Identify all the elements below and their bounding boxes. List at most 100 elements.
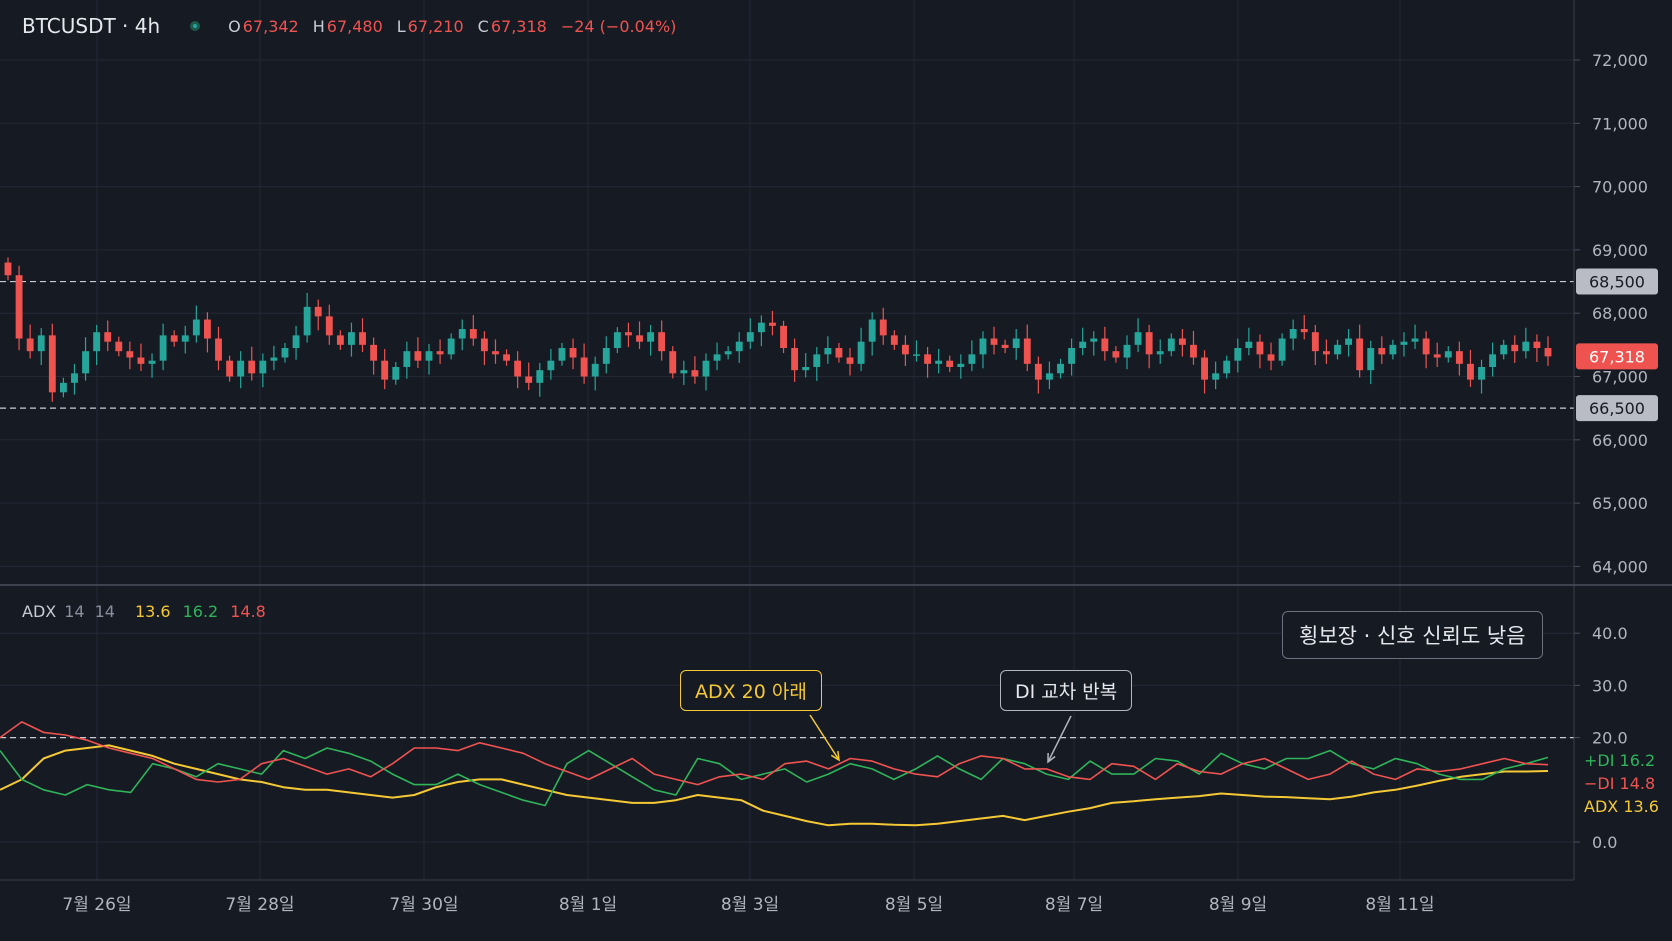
candlestick: [1467, 349, 1474, 387]
price-legend: BTCUSDT · 4h O 67,342 H 67,480 L 67,210 …: [22, 14, 690, 38]
candle-body: [990, 338, 998, 345]
close-key: C: [477, 16, 489, 36]
candlesticks: [4, 257, 1552, 402]
candlestick: [536, 362, 544, 397]
candlestick: [1500, 339, 1508, 360]
candle-body: [868, 319, 876, 342]
candlestick: [1345, 329, 1353, 357]
candlestick: [1190, 330, 1197, 365]
candlestick: [292, 325, 300, 360]
grid-lines: [0, 0, 1574, 880]
candle-body: [503, 354, 510, 361]
candlestick: [514, 351, 522, 389]
arrow-shaft: [1047, 715, 1072, 763]
candle-body: [1311, 332, 1319, 352]
candlestick: [1090, 331, 1098, 356]
support-price-badge[interactable]: 66,500: [1576, 395, 1658, 422]
candle-body: [1478, 367, 1485, 380]
candlestick: [1134, 318, 1142, 353]
candle-body: [458, 329, 466, 339]
candlestick: [746, 318, 754, 349]
candle-body: [192, 319, 200, 336]
candle-body: [281, 348, 289, 358]
candlestick: [702, 353, 710, 391]
candlestick: [1245, 327, 1253, 356]
candle-body: [1444, 351, 1452, 358]
candle-body: [913, 354, 920, 356]
candlestick: [1522, 327, 1530, 359]
candle-body: [879, 319, 887, 336]
candlestick: [868, 312, 876, 356]
candle-body: [780, 325, 787, 349]
last-price-badge[interactable]: 67,318: [1576, 343, 1658, 370]
candlestick: [93, 324, 101, 366]
candle-body: [769, 322, 776, 326]
candle-body: [835, 348, 843, 358]
time-tick-label: 8월 1일: [559, 895, 617, 915]
candle-body: [1057, 363, 1064, 374]
candlestick: [1256, 334, 1264, 369]
candle-body: [1345, 338, 1353, 345]
candlestick: [547, 348, 555, 380]
chart-canvas[interactable]: 7월 26일 7월 28일 7월 30일 8월 1일 8월 3일 8월 5일 8월 7일 8월…: [0, 0, 1672, 941]
symbol-title[interactable]: BTCUSDT · 4h: [22, 14, 160, 38]
time-tick-label: 8월 3일: [721, 895, 779, 915]
candlestick: [237, 351, 245, 389]
candle-body: [1034, 363, 1042, 380]
candlestick: [591, 356, 599, 391]
indicator-param-2: 14: [94, 602, 115, 621]
candlestick: [624, 322, 632, 348]
candle-body: [170, 335, 178, 342]
candlestick: [824, 336, 832, 364]
candle-body: [26, 338, 34, 352]
candlestick: [1156, 339, 1164, 364]
candlestick: [979, 331, 987, 369]
candle-body: [392, 367, 400, 380]
resistance-price-badge[interactable]: 68,500: [1576, 268, 1658, 295]
candlestick: [303, 292, 311, 343]
candlestick: [436, 339, 444, 364]
candle-body: [303, 306, 311, 336]
candlestick: [1411, 324, 1419, 349]
candle-body: [1356, 338, 1364, 371]
candlestick: [126, 341, 134, 370]
candle-body: [957, 363, 965, 368]
candlestick: [1489, 342, 1497, 377]
candlestick: [1533, 334, 1541, 362]
candle-body: [1544, 348, 1552, 357]
price-tick-label: 70,000: [1592, 178, 1648, 197]
di-note-arrow: [1047, 715, 1072, 764]
candlestick: [447, 333, 455, 360]
trading-chart[interactable]: 7월 26일 7월 28일 7월 30일 8월 1일 8월 3일 8월 5일 8월 7일 8월…: [0, 0, 1672, 941]
candle-body: [680, 370, 688, 374]
candlestick: [336, 330, 344, 350]
candle-body: [359, 332, 366, 345]
candlestick: [1112, 346, 1120, 363]
candle-body: [237, 360, 245, 377]
candlestick: [1223, 355, 1231, 379]
candlestick: [990, 326, 998, 355]
candlestick: [1023, 324, 1031, 372]
candle-body: [59, 382, 67, 393]
candle-body: [492, 351, 499, 355]
adx-axis-label: ADX 13.6: [1584, 797, 1659, 816]
candle-body: [447, 338, 455, 355]
candlestick: [1001, 339, 1009, 354]
candle-body: [1322, 351, 1330, 355]
candlestick: [1334, 339, 1341, 360]
candlestick: [469, 315, 477, 346]
candle-body: [1212, 373, 1220, 380]
candlestick: [203, 312, 211, 353]
candlestick: [425, 343, 433, 375]
candle-body: [824, 348, 832, 355]
candle-body: [226, 360, 234, 377]
adx-note-callout: ADX 20 아래: [680, 670, 822, 711]
candlestick: [1300, 315, 1308, 340]
indicator-name[interactable]: ADX: [22, 602, 56, 621]
candlestick: [757, 315, 765, 347]
candle-body: [968, 354, 976, 364]
candle-body: [846, 357, 854, 364]
candlestick: [226, 355, 234, 382]
candle-body: [104, 332, 112, 342]
candle-body: [37, 335, 45, 352]
